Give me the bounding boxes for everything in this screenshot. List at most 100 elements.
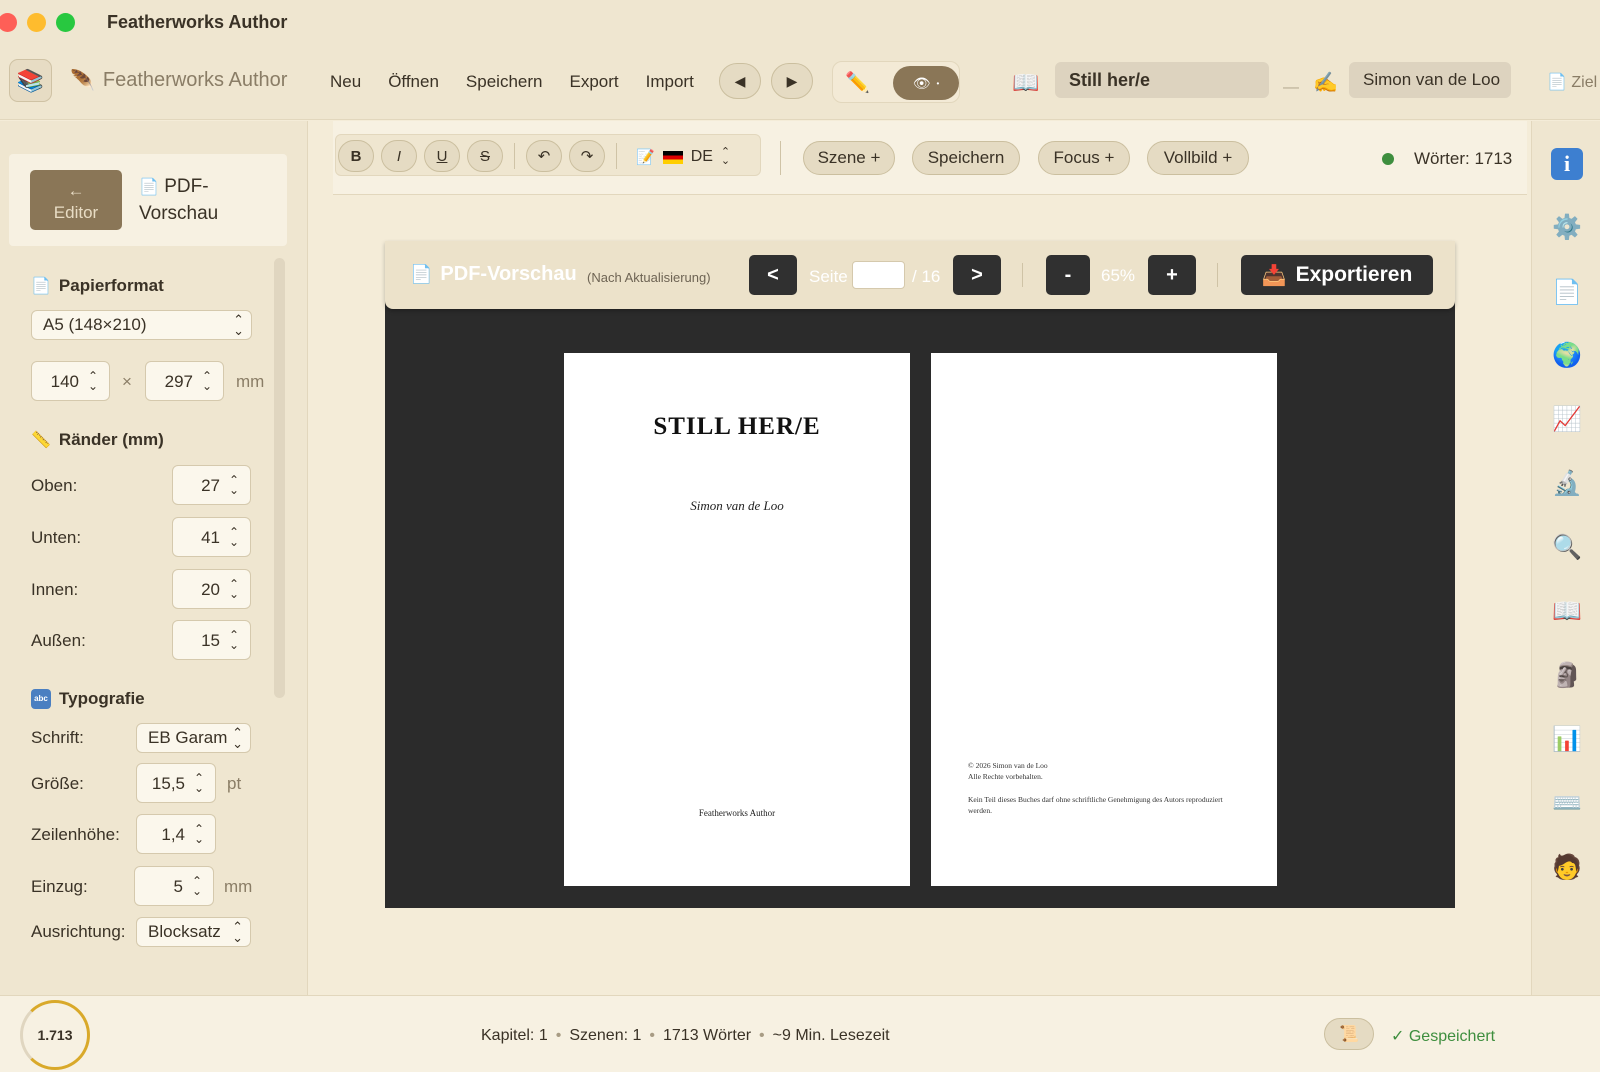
microscope-icon[interactable]: 🔬 <box>1551 467 1583 499</box>
updown-chevron-icon: ⌃ ⌄ <box>232 919 243 945</box>
font-select[interactable]: EB Garam ⌃ ⌄ <box>136 723 251 753</box>
main-toolbar: 📚 🪶 Featherworks Author Neu Öffnen Speic… <box>0 44 1600 120</box>
pencil-icon[interactable]: ✏️ <box>845 70 870 95</box>
zoom-window-button[interactable] <box>56 12 75 32</box>
pdf-page-left: STILL HER/E Simon van de Loo Featherwork… <box>564 353 910 886</box>
arrow-left-icon: ← <box>67 181 85 200</box>
zoom-out-button[interactable]: - <box>1046 255 1090 295</box>
brand: 🪶 Featherworks Author <box>70 68 287 93</box>
menu-save[interactable]: Speichern <box>466 72 543 92</box>
stepper-icon: ⌃ ⌄ <box>228 525 239 549</box>
fullscreen-button[interactable]: Vollbild + <box>1147 141 1249 175</box>
keyboard-icon[interactable]: ⌨️ <box>1551 787 1583 819</box>
alignment-label: Ausrichtung: <box>31 922 126 941</box>
bullet: • <box>759 1027 765 1044</box>
sidebar-scrollbar[interactable] <box>274 258 285 698</box>
statue-icon[interactable]: 🗿 <box>1551 659 1583 691</box>
menu-new[interactable]: Neu <box>330 72 361 92</box>
previous-page-button[interactable]: < <box>749 255 797 295</box>
feather-icon: 🪶 <box>70 70 95 92</box>
size-unit: pt <box>227 774 242 793</box>
globe-icon[interactable]: 🌍 <box>1551 339 1583 371</box>
goal-label: Ziel <box>1571 74 1598 91</box>
paper-format-select[interactable]: A5 (148×210) ⌃ ⌄ <box>31 310 252 340</box>
focus-button[interactable]: Focus + <box>1038 141 1130 175</box>
menu-open[interactable]: Öffnen <box>388 72 439 92</box>
editor-label: Editor <box>53 203 99 222</box>
alignment-select[interactable]: Blocksatz ⌃ ⌄ <box>136 917 251 947</box>
margin-outer-stepper[interactable]: 15 ⌃ ⌄ <box>172 620 251 660</box>
margin-inner-stepper[interactable]: 20 ⌃ ⌄ <box>172 569 251 609</box>
redo-button[interactable]: ↷ <box>569 140 605 172</box>
language-select[interactable]: 📝 DE ⌃ ⌄ <box>636 141 762 173</box>
paper-width-stepper[interactable]: 140 ⌃ ⌄ <box>31 361 110 401</box>
dot-icon: • <box>936 78 940 88</box>
stepper-icon: ⌃ ⌄ <box>228 628 239 652</box>
previous-chapter-button[interactable]: ◀ <box>719 63 761 99</box>
chart-increasing-icon[interactable]: 📈 <box>1551 403 1583 435</box>
saved-status: ✓ Gespeichert <box>1391 1028 1496 1045</box>
inbox-tray-icon: 📥 <box>1261 264 1287 287</box>
info-icon[interactable]: i <box>1551 148 1583 180</box>
export-button[interactable]: 📥 Exportieren <box>1241 255 1433 295</box>
font-size-stepper[interactable]: 15,5 ⌃ ⌄ <box>136 763 216 803</box>
document-icon: 📄 <box>139 179 159 196</box>
status-dot <box>1382 153 1394 165</box>
stepper-icon: ⌃ ⌄ <box>193 822 204 846</box>
right-tool-rail: i ⚙️ 📄 🌍 📈 🔬 🔍 📖 🗿 📊 ⌨️ 🧑 <box>1531 121 1600 995</box>
document-icon[interactable]: 📄 <box>1551 276 1583 308</box>
italic-button[interactable]: I <box>381 140 417 172</box>
save-button[interactable]: Speichern <box>912 141 1020 175</box>
page-number-input[interactable] <box>852 261 905 289</box>
bar-chart-icon[interactable]: 📊 <box>1551 723 1583 755</box>
margin-outer-value: 15 <box>201 631 220 650</box>
book-icon: 📖 <box>1012 70 1040 95</box>
updown-chevron-icon: ⌃ ⌄ <box>233 312 244 338</box>
font-label: Schrift: <box>31 728 84 747</box>
goal-button[interactable]: 📄 Ziel <box>1547 72 1597 92</box>
next-chapter-button[interactable]: ▶ <box>771 63 813 99</box>
book-author: Simon van de Loo <box>690 498 784 513</box>
zoom-in-button[interactable]: + <box>1148 255 1196 295</box>
paper-height-stepper[interactable]: 297 ⌃ ⌄ <box>145 361 224 401</box>
book-title: STILL HER/E <box>653 413 821 440</box>
margin-top-stepper[interactable]: 27 ⌃ ⌄ <box>172 465 251 505</box>
back-to-editor-button[interactable]: ← Editor <box>30 170 122 230</box>
file-menu: Neu Öffnen Speichern Export Import <box>330 72 694 92</box>
margin-bottom-stepper[interactable]: 41 ⌃ ⌄ <box>172 517 251 557</box>
minimize-window-button[interactable] <box>27 12 46 32</box>
pdf-preview-toolbar: 📄 PDF-Vorschau (Nach Aktualisierung) < S… <box>385 241 1455 309</box>
margin-top-label: Oben: <box>31 476 78 495</box>
scroll-button[interactable]: 📜 <box>1324 1018 1374 1050</box>
person-icon[interactable]: 🧑 <box>1551 851 1583 883</box>
search-icon[interactable]: 🔍 <box>1551 531 1583 563</box>
book-title-input[interactable]: Still her/e <box>1055 62 1269 98</box>
updown-chevron-icon: ⌃ ⌄ <box>720 146 731 167</box>
add-scene-button[interactable]: Szene + <box>803 141 895 175</box>
document-stats: Kapitel: 1 • Szenen: 1 • 1713 Wörter • ~9 Min.… <box>481 1027 890 1045</box>
strikethrough-button[interactable]: S <box>467 140 503 172</box>
book-publisher: Featherworks Author <box>698 808 776 818</box>
menu-import[interactable]: Import <box>646 72 694 92</box>
book-icon[interactable]: 📖 <box>1551 595 1583 627</box>
gear-icon[interactable]: ⚙️ <box>1551 211 1583 243</box>
bold-button[interactable]: B <box>338 140 374 172</box>
books-app-icon[interactable]: 📚 <box>9 59 52 102</box>
pdf-preview-title: 📄 PDF-Vorschau <box>410 263 577 286</box>
undo-button[interactable]: ↶ <box>526 140 562 172</box>
window-controls <box>0 12 75 32</box>
mode-switch: ✏️ 👁 • <box>832 61 960 103</box>
author-input[interactable]: Simon van de Loo <box>1349 62 1511 98</box>
underline-button[interactable]: U <box>424 140 460 172</box>
menu-export[interactable]: Export <box>569 72 618 92</box>
paper-width-value: 140 <box>50 372 79 391</box>
preview-mode-button[interactable]: 👁 • <box>893 66 959 100</box>
close-window-button[interactable] <box>0 12 17 32</box>
line-height-stepper[interactable]: 1,4 ⌃ ⌄ <box>136 814 216 854</box>
stepper-icon: ⌃ ⌄ <box>228 473 239 497</box>
times-sign: × <box>122 372 132 391</box>
next-page-button[interactable]: > <box>953 255 1001 295</box>
status-bar: 1.713 Kapitel: 1 • Szenen: 1 • 1713 Wörter • ~… <box>0 995 1600 1072</box>
indent-stepper[interactable]: 5 ⌃ ⌄ <box>134 866 214 906</box>
paper-unit: mm <box>236 372 265 391</box>
